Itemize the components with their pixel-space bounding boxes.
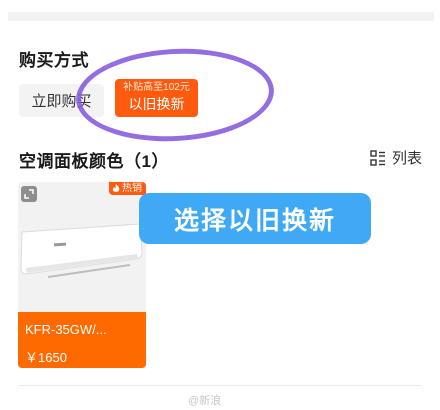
watermark-text: @新浪 xyxy=(188,395,222,407)
top-divider-bar xyxy=(8,12,434,21)
highlight-circle-annotation xyxy=(73,43,277,147)
annotation-callout-label: 选择以旧换新 xyxy=(139,193,371,244)
list-view-label: 列表 xyxy=(392,150,423,167)
air-conditioner-image xyxy=(20,223,143,278)
hot-sale-label: 热销 xyxy=(122,183,142,194)
flame-icon xyxy=(112,184,120,192)
purchase-method-title: 购买方式 xyxy=(19,51,89,70)
panel-color-title: 空调面板颜色（1） xyxy=(19,152,169,171)
product-image: 热销 xyxy=(18,182,146,312)
zoom-icon[interactable] xyxy=(21,186,37,202)
hot-sale-badge: 热销 xyxy=(109,182,146,195)
product-model: KFR-35GW/... xyxy=(25,322,107,337)
list-view-icon xyxy=(370,149,385,166)
product-info: KFR-35GW/... ￥1650 xyxy=(18,312,146,368)
product-price: ￥1650 xyxy=(25,350,67,365)
product-card[interactable]: 热销 KFR-35GW/... ￥1650 xyxy=(18,182,146,368)
list-view-toggle[interactable]: 列表 xyxy=(370,147,422,168)
section-divider xyxy=(19,385,421,386)
